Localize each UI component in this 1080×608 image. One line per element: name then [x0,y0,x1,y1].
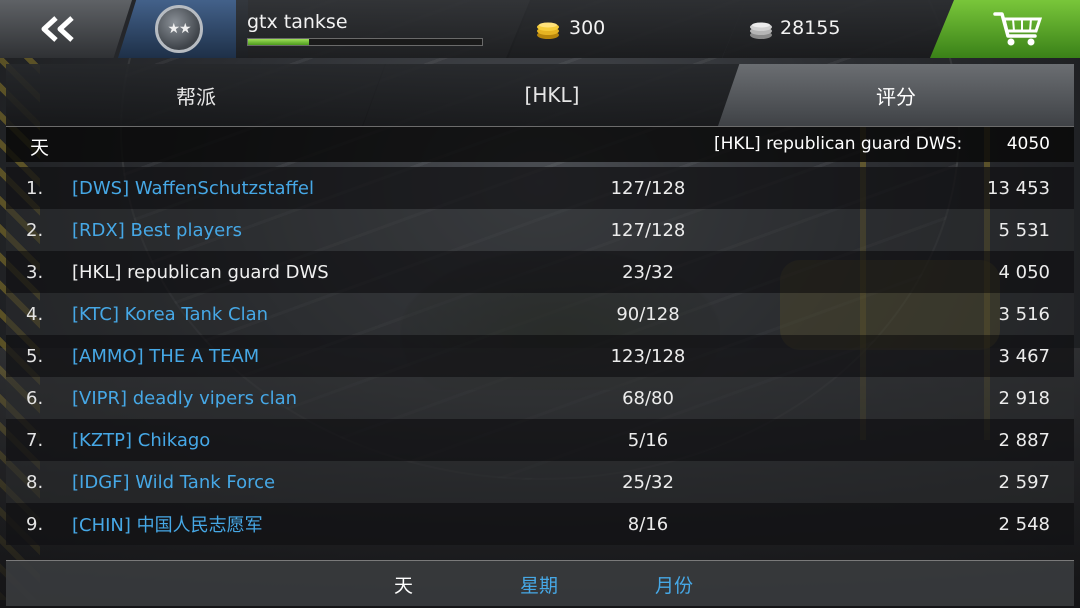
row-rank: 9. [26,513,44,535]
table-row[interactable]: 4. [KTC] Korea Tank Clan 90/128 3 516 [6,293,1074,335]
row-clan-name[interactable]: [KZTP] Chikago [72,430,538,451]
row-members: 25/32 [622,471,674,493]
tab-rating-label: 评分 [876,84,916,109]
table-row[interactable]: 8. [IDGF] Wild Tank Force 25/32 2 597 [6,461,1074,503]
rank-stars: ★★ [167,21,191,37]
tab-clan-label: 帮派 [176,84,216,109]
row-rank: 2. [26,219,44,241]
row-rank: 5. [26,345,44,367]
leaderboard-header: 天 [HKL] republican guard DWS: 4050 [6,126,1074,162]
table-row[interactable]: 3. [HKL] republican guard DWS 23/32 4 05… [6,251,1074,293]
row-rank: 7. [26,429,44,451]
row-rank: 4. [26,303,44,325]
leaderboard-tabs: 帮派 [HKL] 评分 [6,64,1074,126]
row-members: 90/128 [616,303,680,325]
silver-coins-icon [750,22,772,39]
double-chevron-left-icon [41,16,74,42]
filter-month[interactable]: 月份 [655,571,693,598]
row-clan-name[interactable]: [CHIN] 中国人民志愿军 [72,511,538,537]
shop-button[interactable] [930,0,1080,58]
row-score: 3 467 [998,345,1050,367]
row-clan-name[interactable]: [AMMO] THE A TEAM [72,346,538,367]
row-rank: 1. [26,177,44,199]
row-members: 8/16 [627,513,669,535]
gold-coins-icon [537,22,559,39]
my-clan-label: [HKL] republican guard DWS: [714,134,963,154]
row-score: 3 516 [998,303,1050,325]
filter-week[interactable]: 星期 [520,571,558,598]
tab-my-clan-label: [HKL] [524,83,580,107]
row-clan-name[interactable]: [VIPR] deadly vipers clan [72,388,538,409]
row-score: 2 887 [998,429,1050,451]
table-row[interactable]: 1. [DWS] WaffenSchutzstaffel 127/128 13 … [6,167,1074,209]
table-row[interactable]: 6. [VIPR] deadly vipers clan 68/80 2 918 [6,377,1074,419]
row-score: 13 453 [987,177,1050,199]
period-filter-bar: 天 星期 月份 [6,560,1074,606]
silver-value: 28155 [780,17,841,39]
row-rank: 3. [26,261,44,283]
row-clan-name[interactable]: [KTC] Korea Tank Clan [72,304,538,325]
table-row[interactable]: 7. [KZTP] Chikago 5/16 2 887 [6,419,1074,461]
row-members: 68/80 [622,387,674,409]
tab-my-clan[interactable]: [HKL] [362,64,742,126]
filter-day[interactable]: 天 [394,571,413,598]
row-clan-name[interactable]: [IDGF] Wild Tank Force [72,472,538,493]
table-row[interactable]: 5. [AMMO] THE A TEAM 123/128 3 467 [6,335,1074,377]
rank-badge-icon[interactable]: ★★ [155,5,203,53]
table-row[interactable]: 9. [CHIN] 中国人民志愿军 8/16 2 548 [6,503,1074,545]
row-members: 23/32 [622,261,674,283]
shopping-cart-icon [993,12,1043,46]
tab-rating[interactable]: 评分 [718,64,1074,126]
clan-leaderboard-list: 1. [DWS] WaffenSchutzstaffel 127/128 13 … [6,167,1074,545]
row-members: 127/128 [610,177,686,199]
row-clan-name[interactable]: [DWS] WaffenSchutzstaffel [72,178,538,199]
player-name: gtx tankse [247,11,348,33]
row-score: 5 531 [998,219,1050,241]
back-button[interactable] [0,0,132,58]
xp-progress-fill [248,39,309,45]
table-row[interactable]: 2. [RDX] Best players 127/128 5 531 [6,209,1074,251]
row-members: 5/16 [627,429,669,451]
period-label: 天 [30,137,50,159]
row-clan-name[interactable]: [HKL] republican guard DWS [72,262,538,283]
top-bar: ★★ gtx tankse 300 28155 [0,0,1080,58]
row-members: 123/128 [610,345,686,367]
tab-clan[interactable]: 帮派 [6,64,386,126]
row-clan-name[interactable]: [RDX] Best players [72,220,538,241]
row-score: 4 050 [998,261,1050,283]
row-score: 2 918 [998,387,1050,409]
gold-value: 300 [569,17,606,39]
xp-progress-bar [247,38,483,46]
row-score: 2 597 [998,471,1050,493]
row-rank: 6. [26,387,44,409]
row-members: 127/128 [610,219,686,241]
row-score: 2 548 [998,513,1050,535]
row-rank: 8. [26,471,44,493]
my-clan-score: 4050 [1006,134,1050,154]
